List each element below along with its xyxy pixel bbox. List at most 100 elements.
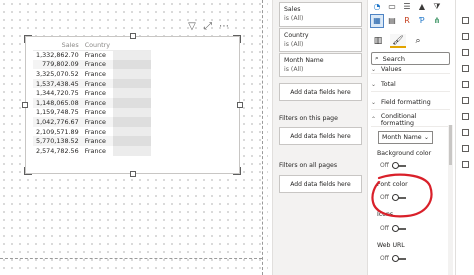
filter-icon[interactable]: ▽ (186, 21, 198, 33)
format-search-input[interactable]: ⌕ Search (371, 52, 450, 65)
report-canvas[interactable]: ▽ ⤢ ⋯ Sales Country 1,332,862.70 France 77… (0, 0, 268, 275)
matrix-visual-icon[interactable]: ▤ (386, 15, 398, 27)
field-checkbox[interactable] (462, 81, 469, 88)
field-checkbox[interactable] (462, 33, 469, 40)
sales-cell: 2,574,782.56 (36, 146, 79, 155)
focus-mode-icon[interactable]: ⤢ (202, 21, 214, 33)
column-header-sales[interactable]: Sales (33, 41, 82, 51)
table-row[interactable]: 2,574,782.56 France (33, 145, 152, 156)
dropdown-value: Month Name (382, 134, 422, 141)
filter-card-month-name[interactable]: Month Name is (All) (279, 53, 362, 77)
toggle-switch[interactable] (391, 194, 406, 201)
table-row[interactable]: 779,802.09 France (33, 59, 152, 70)
sales-cell: 1,042,776.67 (33, 117, 82, 127)
sales-cell: 1,332,862.70 (36, 51, 79, 60)
pane-tabs: ▥ 🖌 ⌕ (370, 34, 426, 48)
obscured-cell (113, 88, 152, 98)
filter-card-sales[interactable]: Sales is (All) (279, 2, 362, 27)
format-pane-scrollbar[interactable] (448, 125, 453, 275)
resize-handle-right[interactable] (237, 102, 243, 108)
font-color-toggle[interactable]: Off (380, 194, 406, 201)
corner-bracket (24, 167, 32, 175)
table-row[interactable]: 5,770,138.52 France (33, 136, 152, 146)
country-cell: France (84, 108, 106, 117)
filter-value: is (All) (284, 15, 304, 22)
field-checkbox[interactable] (462, 65, 469, 72)
page-boundary-vertical (262, 0, 263, 275)
chevron-down-icon: ⌄ (423, 134, 429, 141)
slicer-visual-icon[interactable]: ⧩ (431, 1, 443, 13)
toggle-state: Off (380, 194, 389, 201)
background-color-toggle[interactable]: Off (380, 162, 406, 169)
field-checkbox[interactable] (462, 129, 469, 136)
format-paint-icon[interactable]: 🖌 (390, 34, 406, 48)
analytics-icon[interactable]: ⌕ (410, 34, 426, 48)
table-visual[interactable]: Sales Country 1,332,862.70 France 779,802.… (22, 33, 243, 177)
gauge-visual-icon[interactable]: ◔ (371, 1, 383, 13)
resize-handle-bottom[interactable] (130, 171, 136, 177)
add-report-filter-drop-zone[interactable]: Add data fields here (279, 175, 362, 193)
filters-on-this-page-label: Filters on this page (279, 115, 338, 122)
column-header-country[interactable]: Country (81, 41, 114, 51)
table-row[interactable]: 1,159,748.75 France (33, 107, 152, 118)
toggle-switch[interactable] (391, 255, 406, 262)
obscured-cell (113, 136, 152, 146)
toggle-switch[interactable] (391, 162, 406, 169)
table-visual-icon[interactable]: ▦ (370, 14, 384, 28)
table-row[interactable]: 1,344,720.75 France (33, 88, 152, 98)
toggle-state: Off (380, 225, 389, 232)
chevron-down-icon: ⌄ (371, 66, 377, 73)
table-row[interactable]: 1,537,438.45 France (33, 78, 152, 89)
background-color-label: Background color (377, 150, 432, 157)
key-influencers-visual-icon[interactable]: ⋔ (431, 15, 443, 27)
country-cell: France (84, 146, 106, 155)
chevron-down-icon: ⌄ (371, 99, 377, 106)
more-options-icon[interactable]: ⋯ (218, 21, 230, 33)
search-icon: ⌕ (375, 54, 379, 62)
visual-type-gallery: ◔ ▭ ☰ ▲ ⧩ ▦ ▤ R Ƥ ⋔ (370, 0, 450, 28)
table-row[interactable]: 1,148,065.08 France (33, 97, 152, 108)
table-row[interactable]: 2,109,571.89 France (33, 126, 152, 137)
field-checkbox[interactable] (462, 49, 469, 56)
resize-handle-top[interactable] (130, 33, 136, 39)
section-label: Field formatting (381, 99, 431, 106)
field-checkbox[interactable] (462, 17, 469, 24)
kpi-visual-icon[interactable]: ▲ (416, 1, 428, 13)
country-cell: France (84, 89, 106, 98)
field-dropdown[interactable]: Month Name ⌄ (378, 131, 433, 144)
python-visual-icon[interactable]: Ƥ (416, 15, 428, 27)
corner-bracket (233, 167, 241, 175)
section-total[interactable]: ⌄ Total (371, 78, 450, 92)
section-values[interactable]: ⌄ Values (371, 66, 450, 74)
section-conditional-formatting[interactable]: ⌃ Conditional formatting (371, 113, 450, 127)
table-row[interactable]: 1,042,776.67 France (33, 117, 152, 127)
field-checkbox[interactable] (462, 113, 469, 120)
column-header-blank (113, 41, 152, 51)
sales-cell: 1,537,438.45 (33, 78, 82, 89)
field-checkbox[interactable] (462, 97, 469, 104)
multi-row-card-visual-icon[interactable]: ☰ (401, 1, 413, 13)
scrollbar-thumb[interactable] (449, 125, 452, 165)
icons-toggle[interactable]: Off (380, 225, 406, 232)
field-checkbox[interactable] (462, 145, 469, 152)
r-visual-icon[interactable]: R (401, 15, 413, 27)
fields-tab-icon[interactable]: ▥ (370, 34, 386, 48)
chevron-up-icon: ⌃ (371, 116, 377, 123)
table-row[interactable]: 3,325,070.52 France (33, 69, 152, 79)
toggle-state: Off (380, 162, 389, 169)
obscured-cell (113, 50, 152, 60)
field-checkbox[interactable] (462, 161, 469, 168)
toggle-switch[interactable] (391, 225, 406, 232)
table-row[interactable]: 1,332,862.70 France (33, 50, 152, 60)
resize-handle-left[interactable] (22, 102, 28, 108)
add-visual-filter-drop-zone[interactable]: Add data fields here (279, 83, 362, 101)
filter-card-country[interactable]: Country is (All) (279, 28, 362, 52)
card-visual-icon[interactable]: ▭ (386, 1, 398, 13)
obscured-cell (113, 107, 152, 118)
add-page-filter-drop-zone[interactable]: Add data fields here (279, 127, 362, 145)
sales-cell: 1,159,748.75 (36, 108, 79, 117)
sales-cell: 1,148,065.08 (33, 97, 82, 108)
section-label: Total (381, 81, 396, 88)
web-url-toggle[interactable]: Off (380, 255, 406, 262)
section-field-formatting[interactable]: ⌄ Field formatting (371, 96, 450, 110)
